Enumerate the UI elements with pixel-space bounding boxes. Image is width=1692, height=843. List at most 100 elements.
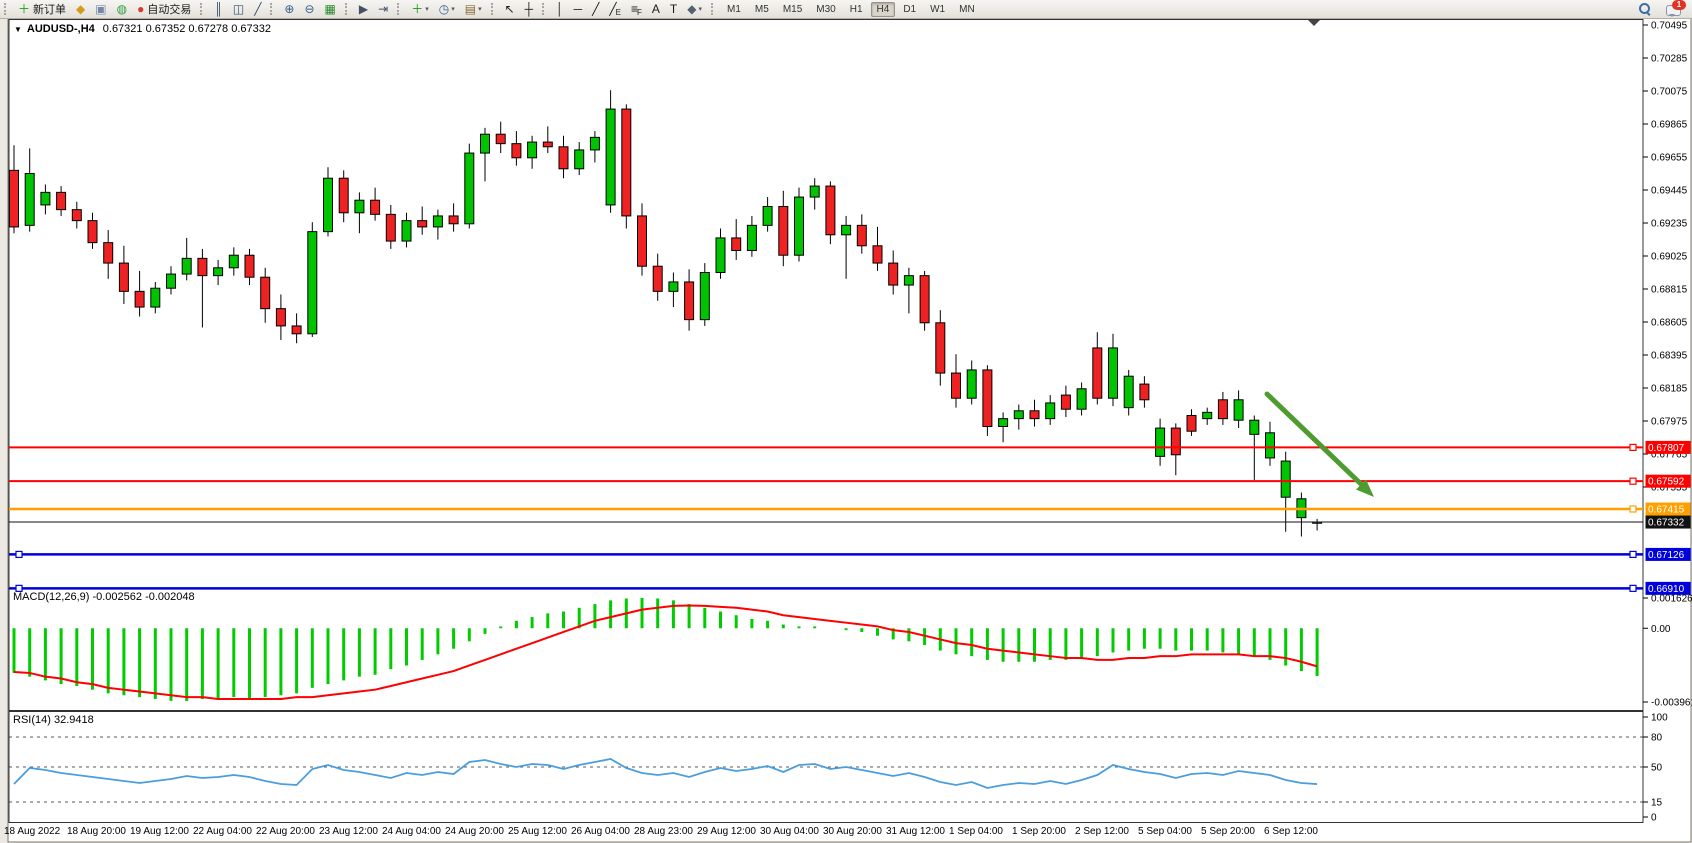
- candle-down: [72, 210, 81, 221]
- zoom-out-icon[interactable]: ⊖: [300, 0, 318, 18]
- terminal-icon[interactable]: ▣: [91, 0, 110, 18]
- price-tick-label: 0.69235: [1651, 219, 1688, 230]
- autotrading-button[interactable]: ●自动交易: [133, 0, 195, 18]
- date-axis-label: 30 Aug 04:00: [760, 826, 819, 837]
- templates-icon-dropdown[interactable]: ▾: [478, 5, 482, 13]
- candle-down: [198, 258, 207, 275]
- text-icon: A: [652, 2, 660, 16]
- timeframe-button-m30[interactable]: M30: [810, 2, 841, 17]
- toolbar-group-handle[interactable]: [345, 3, 351, 15]
- candle-up: [747, 225, 756, 250]
- chart-shift-icon: ⇥: [378, 2, 388, 16]
- candle-up: [606, 109, 615, 205]
- bar-chart-icon[interactable]: ║: [210, 0, 227, 18]
- price-tick-label: 0.68185: [1651, 384, 1688, 395]
- line-handle[interactable]: [1630, 444, 1636, 450]
- price-line-label: 0.67592: [1648, 477, 1685, 488]
- crosshair-icon[interactable]: ┼: [521, 0, 538, 18]
- equidistant-channel-icon[interactable]: ╱E: [605, 0, 625, 18]
- candle-up: [229, 255, 238, 268]
- date-axis-label: 28 Aug 23:00: [634, 826, 693, 837]
- price-tick-label: 0.69025: [1651, 252, 1688, 263]
- toolbar-group-handle[interactable]: [270, 3, 276, 15]
- price-tick-label: 0.69865: [1651, 120, 1688, 131]
- toolbar-group-handle[interactable]: [491, 3, 497, 15]
- timeframe-button-w1[interactable]: W1: [924, 2, 951, 17]
- candle-down: [292, 326, 301, 334]
- timeframe-button-d1[interactable]: D1: [897, 2, 922, 17]
- fibonacci-icon[interactable]: ≡F: [627, 0, 646, 18]
- gold-icon[interactable]: ◆: [72, 0, 89, 18]
- auto-scroll-icon[interactable]: ▶: [355, 0, 372, 18]
- trendline-icon[interactable]: ╱: [588, 0, 603, 18]
- add-indicator-icon-dropdown[interactable]: ▾: [425, 5, 429, 13]
- candle-up: [167, 274, 176, 288]
- timeframe-button-m5[interactable]: M5: [749, 2, 775, 17]
- gold-icon: ◆: [76, 2, 85, 16]
- toolbar-group-handle[interactable]: [397, 3, 403, 15]
- candle-down: [889, 263, 898, 285]
- text-icon[interactable]: A: [648, 0, 664, 18]
- candle-down: [245, 255, 254, 277]
- add-indicator-icon[interactable]: ＋▾: [407, 0, 433, 18]
- line-handle[interactable]: [1630, 506, 1636, 512]
- timeframe-button-mn[interactable]: MN: [953, 2, 981, 17]
- candle-down: [496, 134, 505, 143]
- timeframe-button-h1[interactable]: H1: [844, 2, 869, 17]
- chart-window-frame: [8, 18, 1691, 842]
- chart-shift-icon[interactable]: ⇥: [374, 0, 392, 18]
- templates-icon[interactable]: ▤▾: [461, 0, 486, 18]
- candle-up: [214, 268, 223, 276]
- date-axis-label: 6 Sep 12:00: [1264, 826, 1318, 837]
- arrows-shapes-icon[interactable]: ◆▾: [683, 0, 706, 18]
- candle-down: [418, 221, 427, 227]
- text-label-icon[interactable]: T: [666, 0, 681, 18]
- date-axis-label: 1 Sep 04:00: [949, 826, 1003, 837]
- zoom-in-icon[interactable]: ⊕: [280, 0, 298, 18]
- arrows-shapes-icon-dropdown[interactable]: ▾: [698, 5, 702, 13]
- line-handle[interactable]: [1630, 551, 1636, 557]
- chart-context-arrow-icon[interactable]: ▼: [14, 25, 22, 34]
- toolbar-right: 1: [1638, 2, 1692, 16]
- line-chart-icon: ╱: [254, 2, 261, 16]
- candlestick-chart-icon: ◫: [233, 2, 244, 16]
- periods-clock-icon[interactable]: ◷▾: [435, 0, 459, 18]
- date-axis-label: 25 Aug 12:00: [508, 826, 567, 837]
- candle-up: [999, 419, 1008, 427]
- toolbar-group-handle[interactable]: [542, 3, 548, 15]
- date-axis-label: 18 Aug 2022: [4, 826, 61, 837]
- cursor-icon[interactable]: ↖: [501, 0, 519, 18]
- candle-up: [1156, 428, 1165, 456]
- rsi-axis-label: 80: [1651, 733, 1663, 744]
- search-icon[interactable]: [1638, 2, 1652, 16]
- periods-clock-icon-dropdown[interactable]: ▾: [451, 5, 455, 13]
- signals-icon[interactable]: ◍: [113, 0, 131, 18]
- tile-windows-icon[interactable]: ▦: [321, 0, 340, 18]
- toolbar-group-handle[interactable]: [711, 3, 717, 15]
- candle-up: [182, 258, 191, 274]
- line-chart-icon[interactable]: ╱: [250, 0, 265, 18]
- line-handle[interactable]: [1630, 585, 1636, 591]
- line-handle[interactable]: [16, 585, 22, 591]
- line-handle[interactable]: [1630, 478, 1636, 484]
- macd-axis-label: 0.00: [1651, 624, 1671, 635]
- candle-down: [543, 142, 552, 147]
- timeframe-button-h4[interactable]: H4: [871, 2, 896, 17]
- toolbar-group-handle[interactable]: [4, 3, 10, 15]
- line-handle[interactable]: [16, 551, 22, 557]
- date-axis-label: 30 Aug 20:00: [823, 826, 882, 837]
- candle-down: [339, 178, 348, 213]
- candle-down: [449, 216, 458, 224]
- new-order-button[interactable]: ＋新订单: [14, 0, 70, 18]
- notification-badge: 1: [1672, 0, 1686, 10]
- date-axis-label: 23 Aug 12:00: [319, 826, 378, 837]
- notifications-icon[interactable]: 1: [1666, 3, 1682, 16]
- candle-up: [151, 288, 160, 307]
- fibonacci-icon-sub: F: [637, 8, 642, 17]
- candlestick-chart-icon[interactable]: ◫: [229, 0, 248, 18]
- timeframe-button-m15[interactable]: M15: [777, 2, 808, 17]
- toolbar-group-handle[interactable]: [200, 3, 206, 15]
- timeframe-button-m1[interactable]: M1: [721, 2, 747, 17]
- horizontal-line-icon[interactable]: ─: [570, 0, 587, 18]
- vertical-line-icon[interactable]: │: [552, 0, 568, 18]
